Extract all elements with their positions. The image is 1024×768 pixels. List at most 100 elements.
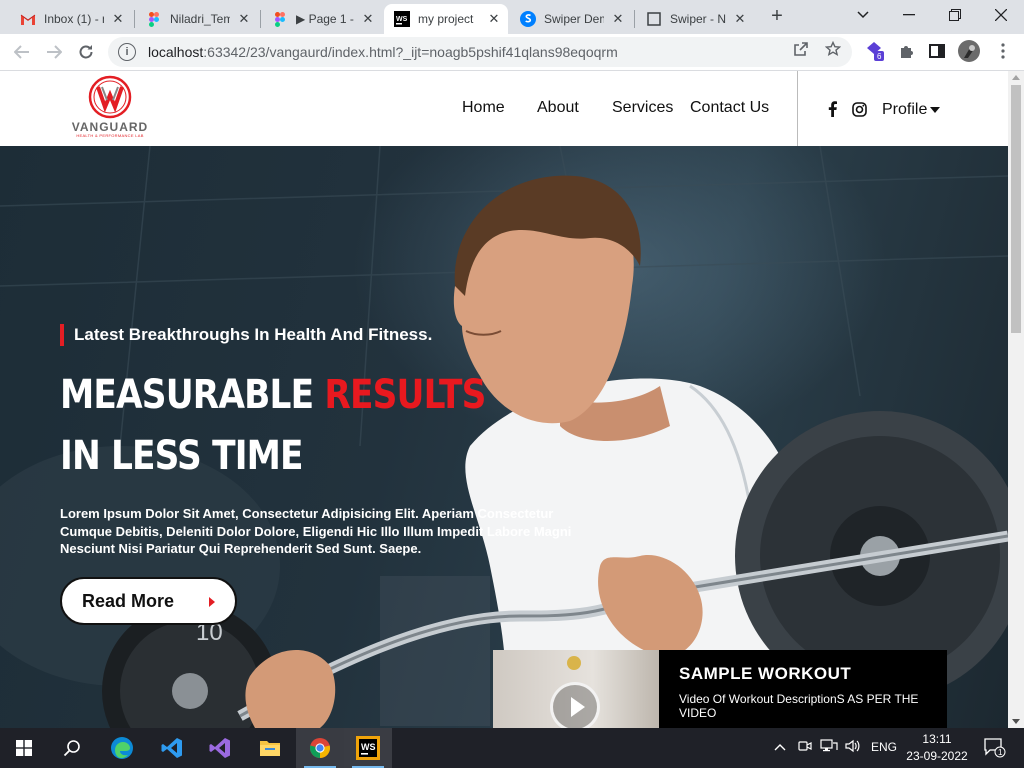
facebook-icon[interactable] (824, 101, 840, 117)
address-bar[interactable]: i localhost:63342/23/vangaurd/index.html… (108, 37, 852, 67)
profile-avatar-icon[interactable] (958, 40, 980, 62)
workout-title: SAMPLE WORKOUT (679, 664, 852, 683)
file-explorer-icon[interactable] (246, 728, 294, 768)
notification-center-icon[interactable]: 1 (984, 738, 1006, 761)
close-icon[interactable]: ✕ (360, 11, 376, 27)
visual-studio-icon[interactable] (196, 728, 244, 768)
sample-workout-card[interactable]: SAMPLE WORKOUT Video Of Workout Descript… (493, 650, 947, 728)
tab-figma-niladri[interactable]: Niladri_Tem ✕ (136, 4, 258, 34)
nav-services[interactable]: Services (612, 99, 673, 117)
restore-icon[interactable] (932, 0, 978, 30)
tab-gmail[interactable]: Inbox (1) - n ✕ (10, 4, 132, 34)
vanguard-logo[interactable]: VANGUARD HEALTH & PERFORMANCE LAB (58, 75, 162, 141)
webstorm-icon: WS (394, 11, 410, 27)
tab-figma-page1[interactable]: ▶ Page 1 - ✕ (262, 4, 382, 34)
url-text[interactable]: localhost:63342/23/vangaurd/index.html?_… (148, 44, 618, 60)
close-window-icon[interactable] (978, 0, 1024, 30)
edge-icon[interactable] (98, 728, 146, 768)
reload-icon[interactable] (74, 40, 98, 64)
kettlebell-figure (567, 656, 581, 670)
tab-title: Swiper - Na (670, 12, 726, 26)
hero-title-line-1: MEASURABLE RESULTS (60, 372, 486, 418)
gmail-icon (20, 11, 36, 27)
hero-title-line-2: IN LESS TIME (60, 433, 304, 479)
clock-date: 23-09-2022 (906, 749, 968, 763)
browser-tab-strip: Inbox (1) - n ✕ Niladri_Tem ✕ ▶ Page 1 -… (0, 0, 1024, 34)
nav-about[interactable]: About (537, 99, 579, 117)
webstorm-taskbar-icon[interactable]: WS (344, 728, 392, 768)
instagram-icon[interactable] (851, 101, 867, 117)
scrollbar-thumb[interactable] (1011, 85, 1021, 333)
extension-badge-icon[interactable]: 6 (864, 40, 886, 62)
close-icon[interactable]: ✕ (236, 11, 252, 27)
close-icon[interactable]: ✕ (110, 11, 126, 27)
meet-now-icon[interactable] (798, 739, 812, 756)
page-icon (646, 11, 662, 27)
side-panel-icon[interactable] (926, 40, 948, 62)
tab-title: my project (418, 12, 474, 26)
figma-icon (272, 11, 288, 27)
close-icon[interactable]: ✕ (486, 11, 502, 27)
page-viewport: VANGUARD HEALTH & PERFORMANCE LAB Home A… (0, 71, 1008, 728)
show-hidden-icons-icon[interactable] (774, 740, 786, 754)
extensions-puzzle-icon[interactable] (896, 40, 918, 62)
search-icon[interactable] (48, 728, 96, 768)
svg-text:1: 1 (998, 748, 1003, 757)
logo-emblem-icon (88, 75, 132, 119)
site-header: VANGUARD HEALTH & PERFORMANCE LAB Home A… (0, 71, 1008, 146)
hero-title-white: MEASURABLE (60, 372, 314, 418)
header-divider (797, 71, 798, 146)
tab-title: Inbox (1) - n (44, 12, 104, 26)
workout-description: Video Of Workout DescriptionS AS PER THE… (679, 692, 919, 720)
accent-bar (60, 324, 64, 346)
logo-wordmark: VANGUARD (71, 120, 149, 134)
system-clock[interactable]: 13:11 23-09-2022 (902, 731, 972, 765)
tab-swiper-nav[interactable]: Swiper - Na ✕ (636, 4, 754, 34)
site-info-icon[interactable]: i (118, 43, 136, 61)
new-tab-button[interactable]: + (764, 6, 790, 28)
nav-home[interactable]: Home (462, 99, 505, 117)
scroll-up-icon[interactable] (1012, 75, 1020, 80)
hero-tagline-text: Latest Breakthroughs In Health And Fitne… (74, 325, 433, 344)
chevron-down-icon (930, 107, 941, 113)
page-scrollbar[interactable] (1008, 71, 1024, 728)
bookmark-star-icon[interactable] (824, 40, 842, 58)
tab-separator (634, 10, 635, 28)
windows-taskbar: WS ENG 13:11 23-09-2022 1 (0, 728, 1024, 768)
figma-icon (146, 11, 162, 27)
logo-tagline: HEALTH & PERFORMANCE LAB (76, 133, 144, 138)
swiper-icon (520, 11, 536, 27)
close-icon[interactable]: ✕ (732, 11, 748, 27)
close-icon[interactable]: ✕ (610, 11, 626, 27)
svg-text:WS: WS (396, 16, 408, 23)
network-icon[interactable] (820, 739, 838, 756)
hero-title-highlight: RESULTS (324, 372, 486, 418)
volume-icon[interactable] (845, 739, 861, 756)
profile-dropdown[interactable]: Profile (882, 101, 941, 119)
vscode-icon[interactable] (148, 728, 196, 768)
workout-video-thumbnail[interactable] (493, 650, 659, 728)
svg-text:6: 6 (877, 52, 882, 61)
windows-start-icon[interactable] (0, 728, 48, 768)
nav-contact-us[interactable]: Contact Us (690, 99, 769, 117)
minimize-icon[interactable] (886, 0, 932, 30)
read-more-button[interactable]: Read More (60, 577, 237, 625)
clock-time: 13:11 (922, 732, 952, 746)
back-icon[interactable] (10, 40, 34, 64)
tab-swiper-demo[interactable]: Swiper Dem ✕ (510, 4, 632, 34)
browser-menu-icon[interactable] (992, 40, 1014, 62)
input-language[interactable]: ENG (871, 740, 897, 754)
share-icon[interactable] (792, 40, 810, 58)
tab-search-icon[interactable] (840, 0, 886, 30)
chrome-icon[interactable] (296, 728, 344, 768)
svg-text:WS: WS (361, 742, 376, 752)
forward-icon[interactable] (42, 40, 66, 64)
hero-description: Lorem Ipsum Dolor Sit Amet, Consectetur … (60, 506, 572, 556)
tab-title: Niladri_Tem (170, 12, 230, 26)
hero-banner: 10 Latest Breakthroughs In Health And Fi… (0, 146, 1008, 728)
profile-label: Profile (882, 101, 928, 118)
scroll-down-icon[interactable] (1012, 719, 1020, 724)
tab-title: Swiper Dem (544, 12, 604, 26)
tab-my-project[interactable]: WS my project ✕ (384, 4, 508, 34)
play-icon[interactable] (550, 682, 600, 728)
